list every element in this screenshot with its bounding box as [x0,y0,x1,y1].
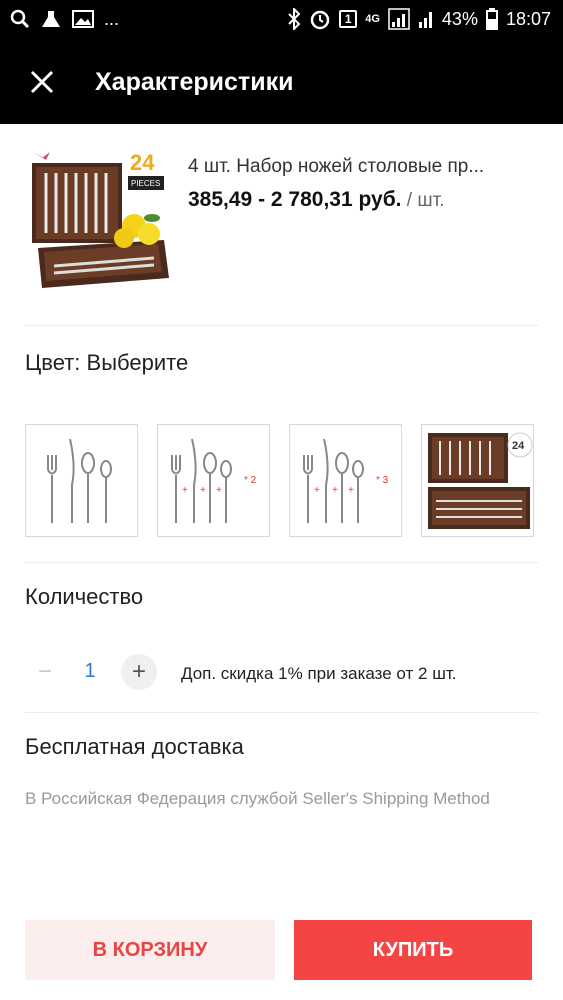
close-button[interactable] [22,62,62,102]
more-dots: ... [104,8,120,29]
svg-text:+: + [216,485,222,496]
color-option-4[interactable]: 24 [421,424,534,537]
svg-text:+: + [200,485,206,496]
quantity-value[interactable]: 1 [75,660,105,683]
discount-note: Доп. скидка 1% при заказе от 2 шт. [181,664,457,683]
quantity-label: Количество [25,584,144,609]
shipping-title: Бесплатная доставка [25,734,244,759]
color-option-1[interactable] [25,424,138,537]
color-label: Цвет: Выберите [25,350,189,375]
search-icon [10,8,30,30]
svg-text:+: + [314,485,320,496]
price-unit: / шт. [401,190,445,211]
product-price: 385,49 - 2 780,31 руб. / шт. [188,188,444,212]
battery-percent: 43% [441,8,478,29]
svg-text:+: + [332,485,338,496]
color-options: + + + * 2 + + + * 3 24 [25,424,534,537]
svg-text:* 2: * 2 [244,475,257,486]
divider [25,712,538,713]
add-to-cart-button[interactable]: В КОРЗИНУ [25,920,275,980]
lab-icon [40,8,62,30]
color-option-2[interactable]: + + + * 2 [157,424,270,537]
increase-button[interactable]: + [121,654,157,690]
svg-text:24: 24 [130,150,155,175]
shipping-description: В Российская Федерация службой Seller's … [25,789,490,808]
battery-icon [485,8,498,30]
product-summary: 24 PIECES 4 шт. Набор ножей столовые пр.… [0,124,563,324]
page-title: Характеристики [95,68,294,96]
status-bar: ... 1 4G 43% 18:07 [0,0,563,40]
divider [25,562,538,563]
price-range: 385,49 - 2 780,31 руб. [188,188,402,211]
decrease-button[interactable]: − [27,654,63,690]
product-title[interactable]: 4 шт. Набор ножей столовые пр... [188,156,538,178]
divider [25,325,538,326]
svg-text:+: + [182,485,188,496]
svg-text:24: 24 [512,440,525,452]
signal-icon-2 [418,8,434,30]
sim-icon: 1 [339,10,358,28]
app-bar: Характеристики [0,40,563,124]
quantity-stepper: − 1 + Доп. скидка 1% при заказе от 2 шт. [25,652,538,692]
product-thumbnail: 24 PIECES [24,148,174,298]
close-icon [30,70,54,94]
clock: 18:07 [505,8,551,29]
image-icon [72,8,94,30]
buy-now-button[interactable]: КУПИТЬ [294,920,532,980]
bluetooth-icon [287,8,301,30]
svg-text:+: + [348,485,354,496]
signal-icon [388,8,410,30]
network-type: 4G [365,13,380,25]
svg-text:PIECES: PIECES [131,179,160,188]
alarm-icon [309,8,331,30]
color-option-3[interactable]: + + + * 3 [289,424,402,537]
svg-text:* 3: * 3 [376,475,389,486]
